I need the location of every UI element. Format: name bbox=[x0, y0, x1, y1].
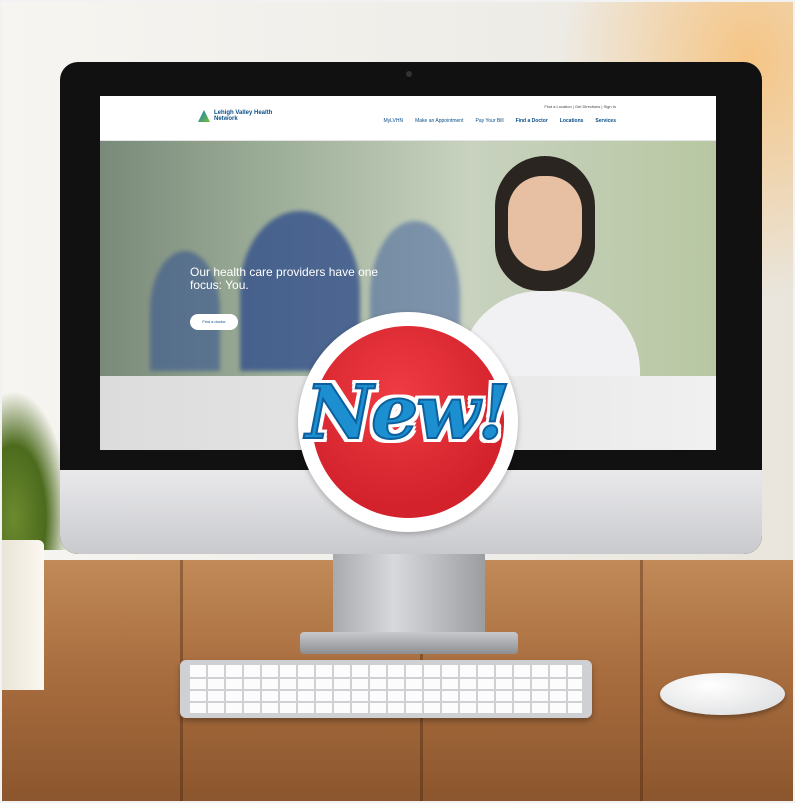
lvhn-logo-icon bbox=[198, 110, 210, 122]
keyboard-row-gap bbox=[190, 701, 582, 703]
nav-item-appointment[interactable]: Make an Appointment bbox=[415, 118, 463, 124]
nav-item-services[interactable]: Services bbox=[595, 118, 616, 124]
keyboard-row-gap bbox=[190, 689, 582, 691]
main-nav: MyLVHN Make an Appointment Pay Your Bill… bbox=[383, 118, 616, 124]
nav-item-pay-bill[interactable]: Pay Your Bill bbox=[475, 118, 503, 124]
nav-item-mylvhn[interactable]: MyLVHN bbox=[383, 118, 403, 124]
site-logo[interactable]: Lehigh Valley Health Network bbox=[198, 110, 274, 122]
magic-mouse bbox=[660, 673, 785, 715]
badge-text: New! bbox=[305, 369, 512, 457]
doctor-face bbox=[508, 176, 582, 271]
nav-item-find-doctor[interactable]: Find a Doctor bbox=[516, 118, 548, 124]
site-header: Lehigh Valley Health Network Find a Loca… bbox=[100, 96, 716, 141]
imac-stand-base bbox=[300, 632, 518, 654]
logo-text: Lehigh Valley Health Network bbox=[214, 110, 273, 122]
hero-headline: Our health care providers have one focus… bbox=[190, 265, 379, 292]
desk-plank-seam bbox=[640, 560, 643, 803]
nav-item-locations[interactable]: Locations bbox=[560, 118, 584, 124]
find-doctor-button[interactable]: Find a doctor bbox=[190, 314, 238, 330]
plant-pot bbox=[0, 540, 44, 690]
imac-stand bbox=[333, 554, 485, 640]
photo-scene: Lehigh Valley Health Network Find a Loca… bbox=[0, 0, 795, 803]
new-badge: New! bbox=[268, 312, 546, 532]
keyboard-row-gap bbox=[190, 677, 582, 679]
utility-links[interactable]: Find a Location | Get Directions | Sign … bbox=[544, 104, 616, 109]
webcam-icon bbox=[406, 71, 412, 77]
